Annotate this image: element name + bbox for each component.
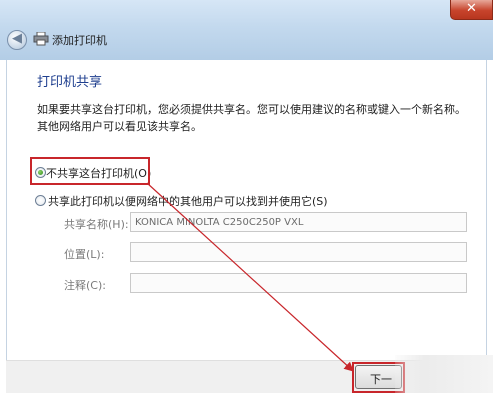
share-label[interactable]: 共享此打印机以便网络中的其他用户可以找到并使用它(S) — [48, 193, 328, 209]
location-input[interactable] — [130, 242, 467, 262]
printer-icon — [33, 32, 49, 46]
page-title: 打印机共享 — [37, 75, 103, 90]
close-button[interactable]: ✕ — [450, 0, 493, 20]
share-radio[interactable] — [35, 195, 46, 206]
comment-input[interactable] — [130, 273, 467, 293]
window-title: 添加打印机 — [52, 34, 107, 47]
comment-label: 注释(C): — [64, 279, 106, 292]
back-arrow-icon[interactable]: ◀ — [12, 31, 22, 46]
share-name-input[interactable] — [130, 212, 467, 232]
blurred-region — [395, 355, 493, 393]
highlight-annotation — [30, 157, 150, 185]
description-text: 如果要共享这台打印机，您必须提供共享名。您可以使用建议的名称或键入一个新名称。其… — [37, 103, 466, 133]
close-icon[interactable]: ✕ — [466, 1, 477, 16]
back-button[interactable]: ◀ — [7, 30, 27, 50]
location-label: 位置(L): — [64, 248, 105, 261]
title-bar — [0, 0, 493, 60]
share-name-label: 共享名称(H): — [64, 218, 129, 231]
